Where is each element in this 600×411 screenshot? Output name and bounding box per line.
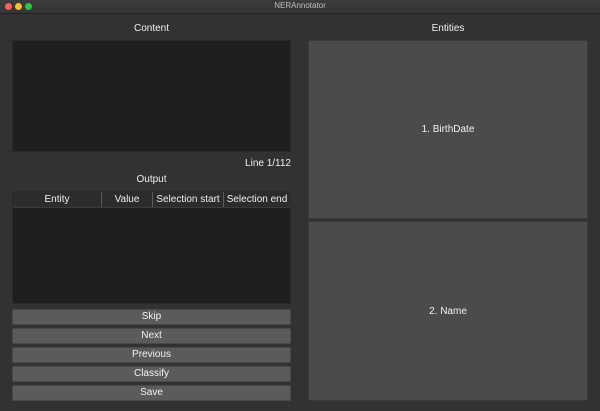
- column-header-selection-start[interactable]: Selection start: [153, 192, 224, 207]
- entities-label: Entities: [431, 23, 465, 34]
- content-text-area[interactable]: [12, 40, 291, 152]
- line-counter: Line 1/112: [245, 158, 291, 169]
- column-header-entity[interactable]: Entity: [13, 192, 102, 207]
- entity-label: 1. BirthDate: [421, 124, 475, 135]
- entity-button-name[interactable]: 2. Name: [308, 221, 588, 401]
- output-table[interactable]: Entity Value Selection start Selection e…: [12, 191, 291, 304]
- column-header-selection-end[interactable]: Selection end: [224, 192, 290, 207]
- entity-button-birthdate[interactable]: 1. BirthDate: [308, 40, 588, 219]
- entity-label: 2. Name: [429, 305, 467, 317]
- previous-button[interactable]: Previous: [12, 347, 291, 363]
- window-titlebar: NERAnnotator: [0, 0, 600, 14]
- output-table-header: Entity Value Selection start Selection e…: [13, 192, 290, 208]
- classify-button[interactable]: Classify: [12, 366, 291, 382]
- column-header-value[interactable]: Value: [102, 192, 153, 207]
- content-label: Content: [133, 23, 170, 34]
- skip-button[interactable]: Skip: [12, 309, 291, 325]
- output-label: Output: [136, 174, 167, 185]
- save-button[interactable]: Save: [12, 385, 291, 401]
- window-title: NERAnnotator: [274, 1, 326, 10]
- next-button[interactable]: Next: [12, 328, 291, 344]
